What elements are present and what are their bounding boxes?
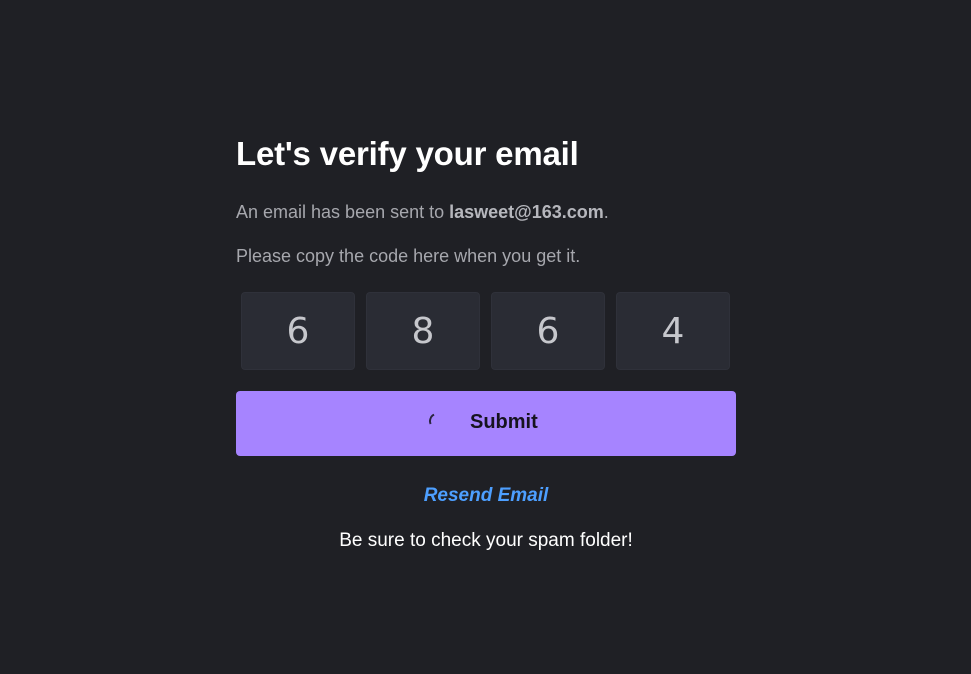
email-address: lasweet@163.com: [449, 202, 604, 222]
verify-card: Let's verify your email An email has bee…: [236, 132, 736, 551]
code-digit-3-input[interactable]: 6: [491, 292, 605, 370]
spam-folder-note: Be sure to check your spam folder!: [339, 530, 633, 551]
code-digit-4-input[interactable]: 4: [616, 292, 730, 370]
email-sent-prefix: An email has been sent to: [236, 202, 450, 222]
code-digit-2-input[interactable]: 8: [366, 292, 480, 370]
page-title: Let's verify your email: [236, 135, 579, 172]
resend-email-link[interactable]: Resend Email: [236, 483, 736, 509]
verify-email-page: Let's verify your email An email has bee…: [0, 0, 971, 674]
code-instructions: Please copy the code here when you get i…: [236, 246, 581, 266]
code-digit-1-input[interactable]: 6: [241, 292, 355, 370]
email-sent-message: An email has been sent to lasweet@163.co…: [236, 200, 736, 224]
submit-button[interactable]: Submit: [236, 391, 736, 456]
email-sent-suffix: .: [603, 202, 609, 222]
spinner-icon: [426, 410, 448, 432]
submit-label: Submit: [470, 411, 538, 433]
code-input-row: 6 8 6 4: [241, 292, 731, 371]
